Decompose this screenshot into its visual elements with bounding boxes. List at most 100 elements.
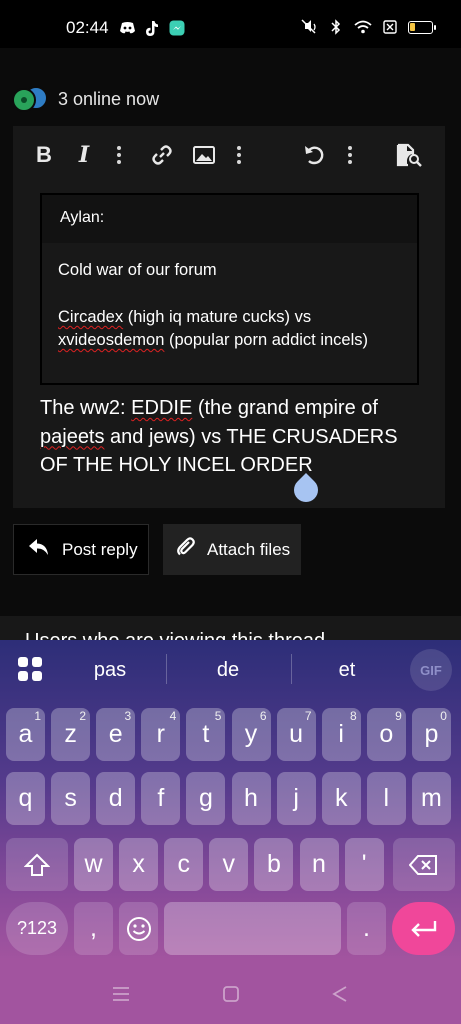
symbols-key[interactable]: ?123 xyxy=(6,902,68,955)
link-icon[interactable] xyxy=(149,142,175,168)
shift-key[interactable] xyxy=(6,838,68,891)
key-hint: 2 xyxy=(79,709,87,723)
key-h[interactable]: h xyxy=(231,772,271,825)
key-n[interactable]: n xyxy=(299,838,339,891)
key-label: p xyxy=(424,720,439,748)
suggestion-divider xyxy=(166,654,167,684)
attach-files-button[interactable]: Attach files xyxy=(163,524,301,575)
key-d[interactable]: d xyxy=(96,772,136,825)
suggestion-item[interactable]: et xyxy=(297,659,397,682)
key-apostrophe[interactable]: ' xyxy=(344,838,384,891)
key-x[interactable]: x xyxy=(119,838,159,891)
suggestion-item[interactable]: pas xyxy=(60,659,160,682)
key-y[interactable]: 6y xyxy=(231,708,271,761)
messenger-icon xyxy=(168,19,186,37)
key-hint: 5 xyxy=(214,709,222,723)
key-s[interactable]: s xyxy=(51,772,91,825)
italic-button[interactable]: I xyxy=(73,142,95,168)
quote-text: (popular porn addict incels) xyxy=(164,331,369,349)
discord-icon xyxy=(118,19,136,37)
key-label: o xyxy=(379,720,394,748)
system-icons xyxy=(300,18,436,36)
apps-grid-icon[interactable] xyxy=(18,657,42,681)
key-w[interactable]: w xyxy=(74,838,113,891)
undo-icon[interactable] xyxy=(301,142,327,168)
forum-page: 3 online now B I Aylan: Cold war of our … xyxy=(0,48,461,640)
sim-off-icon xyxy=(381,18,399,36)
key-hint: 3 xyxy=(124,709,132,723)
key-c[interactable]: c xyxy=(164,838,204,891)
key-v[interactable]: v xyxy=(209,838,249,891)
gif-button[interactable]: GIF xyxy=(410,649,452,691)
key-e[interactable]: 3e xyxy=(96,708,136,761)
key-hint: 6 xyxy=(259,709,267,723)
viewers-section: Users who are viewing this thread xyxy=(0,616,461,640)
key-z[interactable]: 2z xyxy=(51,708,91,761)
key-j[interactable]: j xyxy=(276,772,316,825)
key-m[interactable]: m xyxy=(411,772,451,825)
editor-toolbar: B I xyxy=(13,126,445,184)
emoji-key[interactable] xyxy=(119,902,158,955)
more-options-icon[interactable] xyxy=(345,142,355,168)
key-f[interactable]: f xyxy=(141,772,181,825)
bluetooth-icon xyxy=(327,18,345,36)
on-screen-keyboard: pas de et GIF 1a2z3e4r5t6y7u8i9o0p qsdfg… xyxy=(0,640,461,960)
key-t[interactable]: 5t xyxy=(186,708,226,761)
more-options-icon[interactable] xyxy=(114,142,124,168)
reply-icon xyxy=(28,538,50,561)
reply-editor[interactable]: B I Aylan: Cold war of our forum Circade… xyxy=(13,126,445,508)
editor-text-area[interactable]: The ww2: EDDIE (the grand empire of paje… xyxy=(40,394,420,480)
misspelled-word[interactable]: xvideosdemon xyxy=(58,331,164,349)
preview-icon[interactable] xyxy=(394,142,424,168)
quote-block: Aylan: Cold war of our forum Circadex (h… xyxy=(40,193,419,385)
key-u[interactable]: 7u xyxy=(276,708,316,761)
key-b[interactable]: b xyxy=(254,838,294,891)
comma-key[interactable]: , xyxy=(74,902,113,955)
post-reply-button[interactable]: Post reply xyxy=(13,524,149,575)
misspelled-word[interactable]: Circadex xyxy=(58,308,123,326)
menu-icon[interactable] xyxy=(112,986,130,1007)
viewers-heading: Users who are viewing this thread xyxy=(25,630,325,640)
paperclip-icon xyxy=(177,537,195,562)
key-label: y xyxy=(244,720,258,748)
misspelled-word[interactable]: EDDIE xyxy=(131,397,192,419)
image-icon[interactable] xyxy=(191,142,217,168)
more-options-icon[interactable] xyxy=(234,142,244,168)
quote-body: Cold war of our forum Circadex (high iq … xyxy=(42,243,417,352)
key-o[interactable]: 9o xyxy=(366,708,406,761)
quote-line: Circadex (high iq mature cucks) vs xvide… xyxy=(58,306,401,352)
key-label: z xyxy=(64,720,77,748)
back-icon[interactable] xyxy=(332,986,348,1007)
key-a[interactable]: 1a xyxy=(6,708,45,761)
bold-button[interactable]: B xyxy=(33,142,55,168)
online-avatars xyxy=(12,86,50,112)
key-hint: 4 xyxy=(169,709,177,723)
key-label: i xyxy=(338,720,344,748)
key-i[interactable]: 8i xyxy=(321,708,361,761)
wifi-icon xyxy=(354,18,372,36)
space-key[interactable] xyxy=(164,902,341,955)
key-q[interactable]: q xyxy=(6,772,45,825)
backspace-key[interactable] xyxy=(393,838,455,891)
suggestion-item[interactable]: de xyxy=(178,659,278,682)
key-g[interactable]: g xyxy=(186,772,226,825)
key-r[interactable]: 4r xyxy=(141,708,181,761)
quote-text: (high iq mature cucks) vs xyxy=(123,308,312,326)
key-l[interactable]: l xyxy=(366,772,406,825)
avatar xyxy=(12,88,36,112)
key-label: t xyxy=(202,720,210,748)
suggestion-bar: pas de et GIF xyxy=(0,640,461,698)
key-k[interactable]: k xyxy=(321,772,361,825)
quote-author: Aylan: xyxy=(42,195,417,243)
attach-files-label: Attach files xyxy=(207,539,291,559)
period-key[interactable]: . xyxy=(347,902,386,955)
online-indicator[interactable]: 3 online now xyxy=(12,86,159,112)
post-reply-label: Post reply xyxy=(62,539,138,559)
home-icon[interactable] xyxy=(223,986,239,1007)
key-p[interactable]: 0p xyxy=(411,708,451,761)
misspelled-word[interactable]: pajeets xyxy=(40,426,105,448)
key-hint: 8 xyxy=(350,709,357,723)
navigation-bar xyxy=(0,960,461,1024)
enter-key[interactable] xyxy=(392,902,455,955)
suggestion-divider xyxy=(291,654,292,684)
